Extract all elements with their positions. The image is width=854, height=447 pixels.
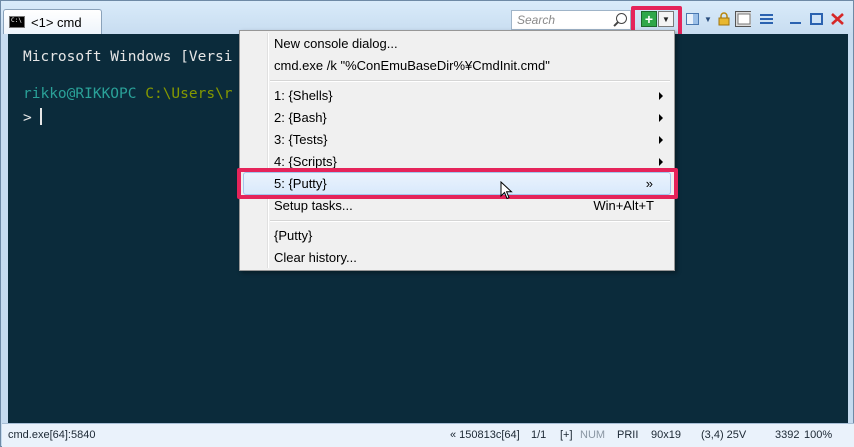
highlight-box-putty [237, 168, 678, 199]
menu-item-tests[interactable]: 3: {Tests} [274, 132, 327, 147]
tab-label: <1> cmd [31, 14, 82, 30]
console-line-2: rikko@RIKKOPC C:\Users\r [23, 86, 233, 102]
console-line-1: Microsoft Windows [Versi [23, 49, 233, 65]
status-num[interactable]: NUM [580, 429, 605, 441]
window-split-icon[interactable] [684, 11, 700, 27]
menu-item-cmd[interactable]: cmd.exe /k "%ConEmuBaseDir%¥CmdInit.cmd" [274, 58, 550, 73]
setup-tasks-shortcut: Win+Alt+T [593, 198, 654, 213]
prompt-path: C:\Users\r [145, 86, 233, 102]
status-pid[interactable]: 3392 [775, 429, 799, 441]
minimize-icon[interactable] [787, 11, 803, 27]
new-console-menu: New console dialog... cmd.exe /k "%ConEm… [239, 30, 675, 271]
tab-cmd[interactable]: <1> cmd [3, 9, 102, 34]
menu-item-bash[interactable]: 2: {Bash} [274, 110, 327, 125]
search-icon[interactable] [616, 13, 627, 24]
console-icon [9, 16, 25, 28]
prompt-symbol: > [23, 110, 41, 126]
menu-item-setup-tasks[interactable]: Setup tasks... [274, 198, 353, 213]
submenu-arrow-icon [659, 158, 663, 166]
menu-item-clear-history[interactable]: Clear history... [274, 250, 357, 265]
maximize-icon[interactable] [808, 11, 824, 27]
status-console-index[interactable]: 1/1 [531, 429, 546, 441]
status-bar: cmd.exe[64]:5840 « 150813c[64] 1/1 [+] N… [2, 423, 854, 447]
status-zoom[interactable]: 100% [804, 429, 832, 441]
submenu-arrow-icon [659, 136, 663, 144]
text-cursor [40, 108, 43, 125]
menu-gutter [267, 33, 269, 268]
submenu-arrow-icon [659, 92, 663, 100]
status-size[interactable]: 90x19 [651, 429, 681, 441]
console-line-3: > [23, 108, 43, 126]
menu-item-new-console-dialog[interactable]: New console dialog... [274, 36, 398, 51]
chevron-down-icon[interactable]: ▼ [700, 11, 716, 27]
status-process[interactable]: cmd.exe[64]:5840 [8, 429, 95, 441]
menu-separator [270, 220, 670, 222]
close-icon[interactable] [829, 11, 845, 27]
status-plus[interactable]: [+] [560, 429, 573, 441]
submenu-arrow-icon [659, 114, 663, 122]
search-input[interactable]: Search [511, 10, 631, 30]
menu-item-scripts[interactable]: 4: {Scripts} [274, 154, 337, 169]
prompt-user: rikko@RIKKOPC [23, 86, 137, 102]
menu-icon[interactable] [758, 11, 774, 27]
menu-separator [270, 80, 670, 82]
search-placeholder: Search [517, 13, 556, 27]
menu-item-shells[interactable]: 1: {Shells} [274, 88, 333, 103]
status-build[interactable]: « 150813c[64] [450, 429, 520, 441]
lock-icon[interactable] [716, 11, 732, 27]
maximize-pane-icon[interactable] [735, 11, 751, 27]
menu-item-putty-history[interactable]: {Putty} [274, 228, 312, 243]
status-prii[interactable]: PRII [617, 429, 638, 441]
status-cursor[interactable]: (3,4) 25V [701, 429, 746, 441]
mouse-cursor-icon [500, 181, 513, 200]
